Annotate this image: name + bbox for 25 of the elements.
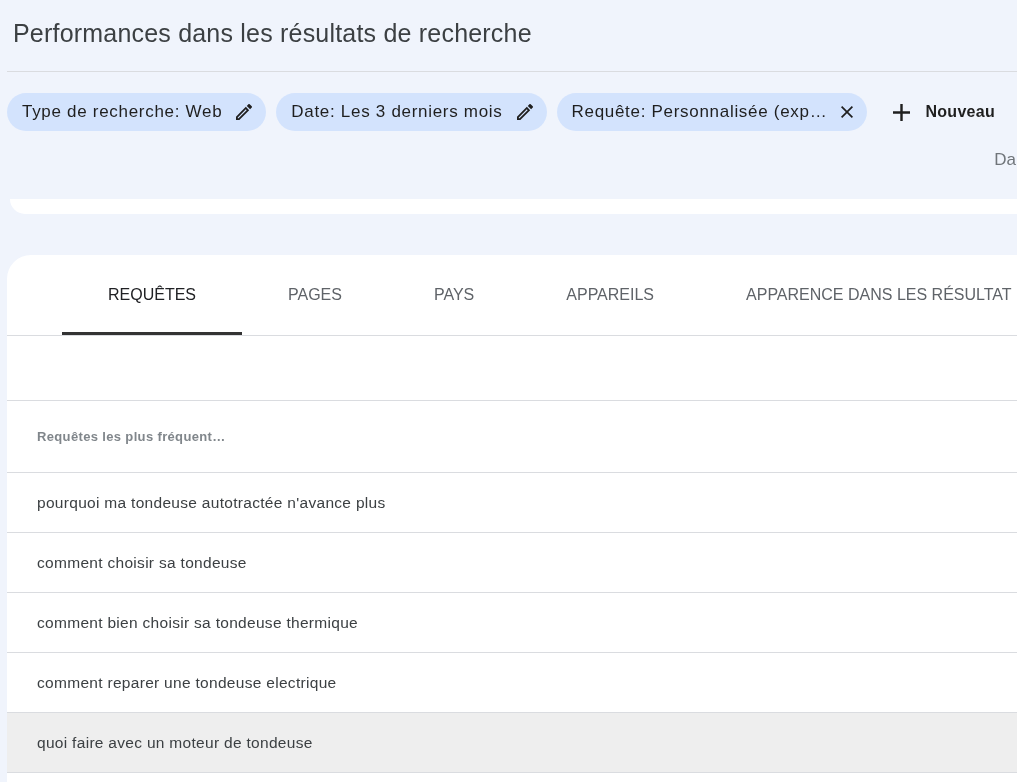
- filter-chip[interactable]: Type de recherche: Web: [7, 93, 267, 131]
- filter-chip[interactable]: Requête: Personnalisée (exp…: [556, 93, 868, 131]
- truncated-label: Da: [994, 149, 1016, 171]
- tab[interactable]: REQUÊTES: [62, 255, 242, 335]
- page-title: Performances dans les résultats de recherche: [12, 18, 532, 49]
- table-row[interactable]: comment bien choisir sa tondeuse thermique: [7, 593, 1017, 653]
- close-icon: [841, 106, 854, 118]
- table-cell: comment bien choisir sa tondeuse thermique: [37, 613, 359, 632]
- table-cell: quoi faire avec un moteur de tondeuse: [37, 733, 313, 752]
- filter-chip[interactable]: Date: Les 3 derniers mois: [276, 93, 547, 131]
- tab[interactable]: PAYS: [387, 255, 521, 335]
- new-filter-button[interactable]: Nouveau: [891, 93, 1000, 131]
- table-row[interactable]: pourquoi ma tondeuse autotractée n'avance plus: [7, 473, 1017, 533]
- column-header[interactable]: Requêtes les plus fréquent…: [37, 429, 226, 444]
- tab[interactable]: APPAREILS: [520, 255, 701, 335]
- table-row[interactable]: quoi faire avec un moteur de tondeuse: [7, 713, 1017, 773]
- table-cell: pourquoi ma tondeuse autotractée n'avance plus: [37, 493, 386, 512]
- pencil-icon: [516, 104, 533, 120]
- plus-icon: [893, 103, 911, 121]
- tab[interactable]: APPARENCE DANS LES RÉSULTAT: [700, 255, 1017, 335]
- table-cell: comment choisir sa tondeuse: [37, 553, 247, 572]
- tab[interactable]: PAGES: [242, 255, 388, 335]
- table-cell: comment reparer une tondeuse electrique: [37, 673, 337, 692]
- table-row[interactable]: comment choisir sa tondeuse: [7, 533, 1017, 593]
- pencil-icon: [236, 104, 253, 120]
